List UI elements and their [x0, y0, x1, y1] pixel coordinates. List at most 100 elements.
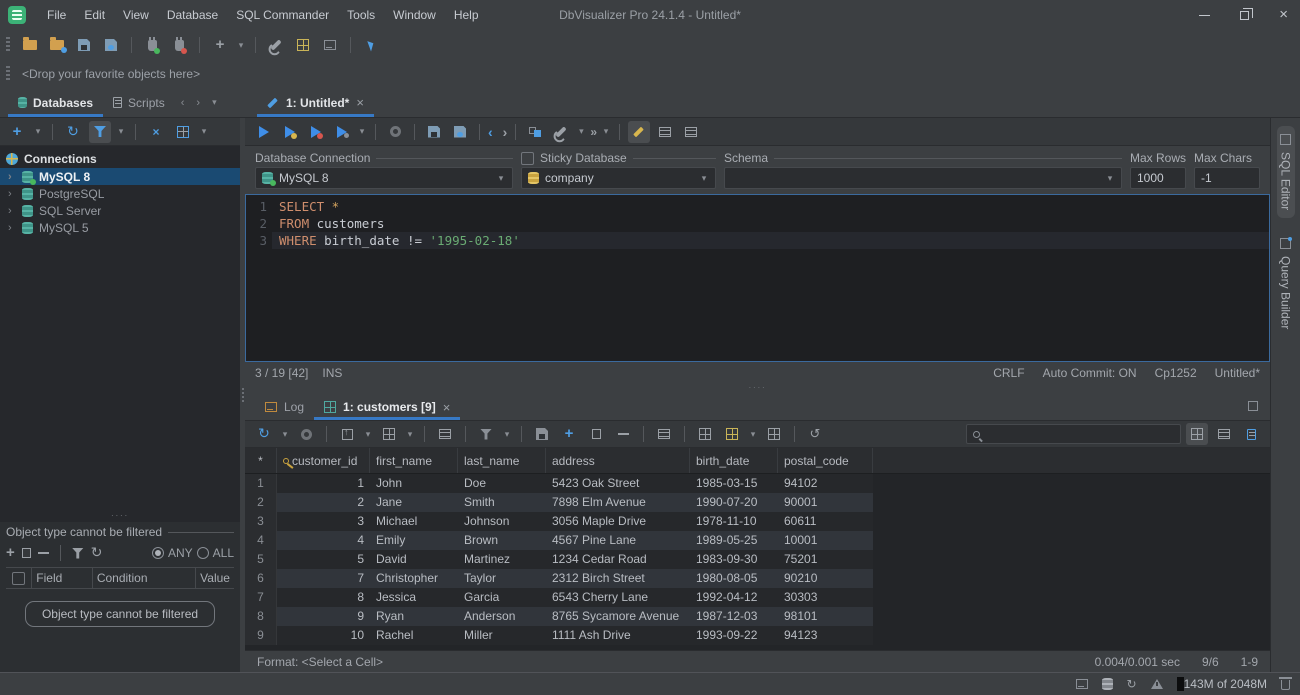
row-number-cell[interactable]: 1 — [245, 474, 277, 493]
row-number-cell[interactable]: 9 — [245, 626, 277, 645]
close-button[interactable]: × — [1279, 7, 1288, 22]
warning-icon[interactable] — [1150, 679, 1163, 689]
column-header-customer_id[interactable]: customer_id — [277, 448, 370, 473]
table-cell[interactable]: 7898 Elm Avenue — [546, 493, 690, 512]
row-number-cell[interactable]: 3 — [245, 512, 277, 531]
table-cell[interactable]: 2312 Birch Street — [546, 569, 690, 588]
chevron-down-icon[interactable]: ▾ — [33, 126, 43, 137]
result-target-button[interactable] — [680, 121, 702, 143]
gc-trash-icon[interactable] — [1279, 677, 1292, 690]
filter-tree-button[interactable] — [89, 120, 111, 143]
table-cell[interactable]: 4567 Pine Lane — [546, 531, 690, 550]
chevron-down-icon[interactable]: ▾ — [601, 126, 611, 137]
execute-current-button[interactable] — [279, 121, 301, 143]
table-cell[interactable]: Garcia — [458, 588, 546, 607]
layout-grid-button[interactable] — [763, 423, 785, 445]
tab-log[interactable]: Log — [255, 394, 314, 420]
table-cell[interactable]: 94102 — [778, 474, 873, 493]
schema-dropdown[interactable]: ▾ — [724, 167, 1122, 189]
table-cell[interactable]: Ryan — [370, 607, 458, 626]
table-cell[interactable]: 8 — [277, 588, 370, 607]
remove-filter-button[interactable] — [37, 552, 49, 554]
code-line[interactable]: WHERE birth_date != '1995-02-18' — [272, 232, 1269, 249]
column-header-address[interactable]: address — [546, 448, 690, 473]
tab-scroll-left-icon[interactable]: ‹ — [181, 97, 185, 109]
result-layout-button[interactable] — [654, 121, 676, 143]
any-radio[interactable] — [151, 547, 164, 559]
table-cell[interactable]: 10001 — [778, 531, 873, 550]
table-cell[interactable]: 6543 Cherry Lane — [546, 588, 690, 607]
tree-item-mysql-5[interactable]: › MySQL 5 — [0, 219, 240, 236]
toolbar-grip[interactable] — [6, 37, 10, 53]
connection-dropdown[interactable]: MySQL 8 ▾ — [255, 167, 513, 189]
table-cell[interactable]: Michael — [370, 512, 458, 531]
restore-button[interactable] — [1240, 7, 1254, 20]
minimize-button[interactable] — [1199, 14, 1211, 16]
editor-mode-button[interactable] — [628, 120, 651, 143]
table-cell[interactable]: 90001 — [778, 493, 873, 512]
column-header-first_name[interactable]: first_name — [370, 448, 458, 473]
add-filter-button[interactable]: + — [6, 545, 15, 560]
grid-search-box[interactable] — [966, 424, 1181, 444]
menu-window[interactable]: Window — [384, 4, 445, 26]
table-cell[interactable]: 5423 Oak Street — [546, 474, 690, 493]
table-cell[interactable]: Jessica — [370, 588, 458, 607]
favorites-grip[interactable] — [6, 66, 10, 82]
table-cell[interactable]: Anderson — [458, 607, 546, 626]
encoding-indicator[interactable]: Cp1252 — [1155, 366, 1197, 380]
chevron-down-icon[interactable]: ▾ — [363, 429, 373, 440]
table-cell[interactable]: Jane — [370, 493, 458, 512]
chevron-down-icon[interactable]: ▾ — [502, 429, 512, 440]
save-sql-button[interactable] — [423, 121, 445, 143]
save-as-button[interactable] — [100, 34, 122, 56]
connect-button[interactable] — [141, 34, 163, 56]
row-number-cell[interactable]: 7 — [245, 588, 277, 607]
chevron-down-icon[interactable]: ▾ — [199, 126, 209, 137]
chevron-down-icon[interactable]: ▾ — [405, 429, 415, 440]
sql-tools-button[interactable] — [550, 121, 572, 143]
undo-grid-button[interactable]: ↺ — [804, 423, 826, 445]
table-cell[interactable]: 1983-09-30 — [690, 550, 778, 569]
text-view-toggle[interactable] — [1240, 423, 1262, 445]
vtab-query-builder[interactable]: Query Builder — [1277, 230, 1295, 337]
tab-list-icon[interactable]: ▾ — [212, 97, 217, 108]
add-connection-button[interactable]: + — [6, 121, 28, 143]
bind-variables-button[interactable] — [524, 121, 546, 143]
table-cell[interactable]: Doe — [458, 474, 546, 493]
monitor-button[interactable] — [319, 34, 341, 56]
duplicate-row-button[interactable] — [585, 423, 607, 445]
sql-editor[interactable]: 1 2 3 SELECT * FROM customers WHERE birth_da… — [245, 194, 1270, 362]
tab-untitled-editor[interactable]: 1: Untitled* × — [257, 88, 374, 117]
chevron-down-icon[interactable]: ▾ — [236, 40, 246, 51]
code-line[interactable]: SELECT * — [272, 198, 1269, 215]
menu-database[interactable]: Database — [158, 4, 227, 26]
open-recent-button[interactable] — [46, 34, 68, 56]
table-cell[interactable]: 1234 Cedar Road — [546, 550, 690, 569]
disconnect-button[interactable] — [168, 34, 190, 56]
insert-row-button[interactable]: + — [558, 423, 580, 445]
console-icon[interactable] — [1075, 679, 1088, 689]
row-number-cell[interactable]: 5 — [245, 550, 277, 569]
row-number-cell[interactable]: 4 — [245, 531, 277, 550]
max-rows-input[interactable]: 1000 — [1130, 167, 1186, 189]
column-header-last_name[interactable]: last_name — [458, 448, 546, 473]
database-dropdown[interactable]: company ▾ — [521, 167, 716, 189]
table-cell[interactable]: 60611 — [778, 512, 873, 531]
table-cell[interactable]: 1978-11-10 — [690, 512, 778, 531]
filter-empty-button[interactable]: Object type cannot be filtered — [24, 601, 216, 627]
row-number-cell[interactable]: 8 — [245, 607, 277, 626]
chevron-down-icon[interactable]: ▾ — [576, 126, 586, 137]
table-cell[interactable]: 1989-05-25 — [690, 531, 778, 550]
tab-databases[interactable]: Databases — [8, 88, 104, 117]
history-forward-button[interactable]: › — [503, 124, 508, 140]
collapse-all-button[interactable]: × — [145, 121, 167, 143]
reload-grid-button[interactable]: ↻ — [253, 423, 275, 445]
table-cell[interactable]: 94123 — [778, 626, 873, 645]
save-button[interactable] — [73, 34, 95, 56]
maximize-panel-icon[interactable] — [1248, 401, 1258, 411]
refresh-tree-button[interactable]: ↻ — [62, 121, 84, 143]
table-cell[interactable]: 1111 Ash Drive — [546, 626, 690, 645]
column-header-birth_date[interactable]: birth_date — [690, 448, 778, 473]
delete-row-button[interactable] — [612, 423, 634, 445]
table-cell[interactable]: 90210 — [778, 569, 873, 588]
